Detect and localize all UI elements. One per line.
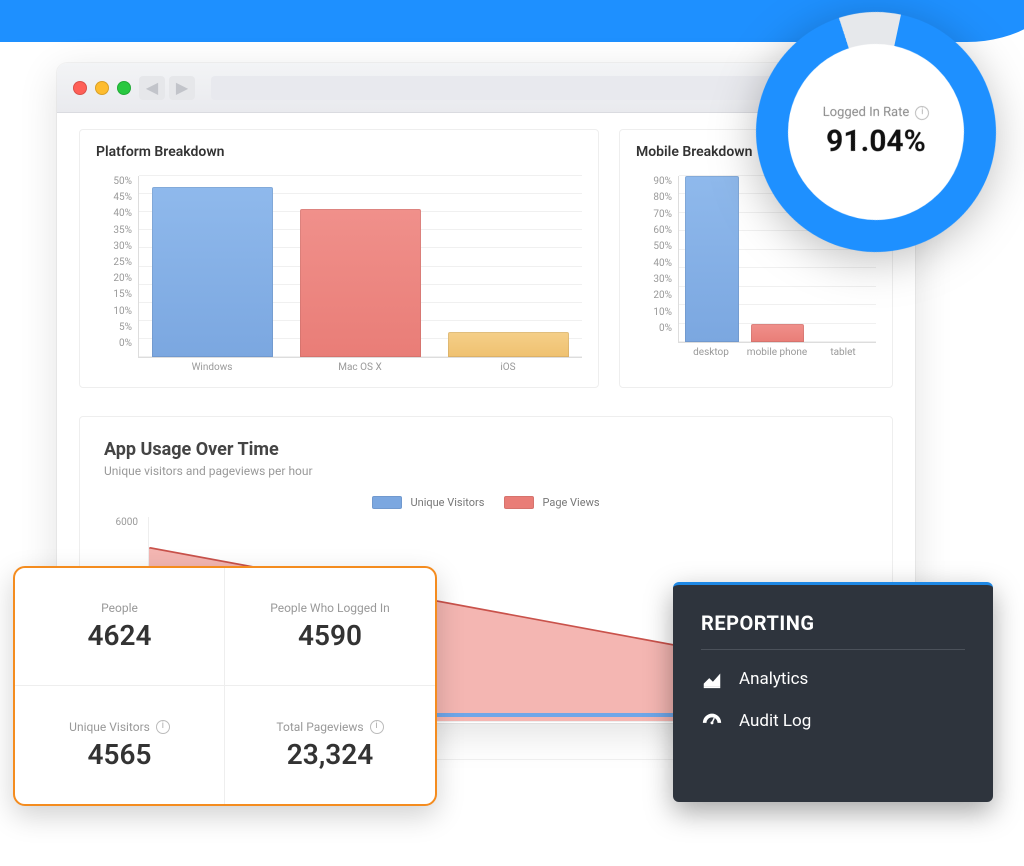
stat-value: 23,324 — [287, 738, 374, 771]
stat-label: People Who Logged In — [270, 601, 390, 615]
info-icon[interactable]: i — [370, 720, 384, 734]
stat-unique-visitors: Unique Visitorsi 4565 — [15, 686, 225, 804]
legend-page-views: Page Views — [504, 496, 599, 509]
bar-slot — [679, 176, 745, 342]
bar-slot — [287, 176, 435, 357]
window-traffic-lights — [73, 81, 131, 95]
maximize-icon[interactable] — [117, 81, 131, 95]
stats-summary-card: People 4624 People Who Logged In 4590 Un… — [13, 566, 437, 806]
menu-label: Audit Log — [739, 711, 811, 731]
minimize-icon[interactable] — [95, 81, 109, 95]
login-rate-label: Logged In Rate i — [823, 105, 930, 120]
menu-audit-log[interactable]: Audit Log — [701, 710, 965, 732]
usage-legend: Unique Visitors Page Views — [104, 496, 868, 509]
bar — [300, 209, 421, 357]
legend-label-a: Unique Visitors — [410, 496, 484, 509]
swatch-blue — [372, 496, 402, 509]
xtick: mobile phone — [744, 343, 810, 358]
reporting-panel: REPORTING Analytics Audit Log — [673, 582, 993, 802]
stat-people: People 4624 — [15, 568, 225, 686]
info-icon[interactable]: i — [915, 106, 929, 120]
menu-label: Analytics — [739, 669, 808, 689]
stat-total-pageviews: Total Pageviewsi 23,324 — [225, 686, 435, 804]
xtick: tablet — [810, 343, 876, 358]
bar-slot — [139, 176, 287, 357]
legend-label-b: Page Views — [542, 496, 599, 509]
xtick: Mac OS X — [286, 358, 434, 373]
stat-people-logged-in: People Who Logged In 4590 — [225, 568, 435, 686]
usage-title: App Usage Over Time — [104, 439, 868, 460]
stat-value: 4624 — [88, 619, 152, 652]
legend-unique-visitors: Unique Visitors — [372, 496, 484, 509]
stat-label: People — [101, 601, 138, 615]
swatch-red — [504, 496, 534, 509]
gauge-icon — [701, 710, 723, 732]
bar — [751, 324, 805, 342]
xtick: iOS — [434, 358, 582, 373]
usage-subtitle: Unique visitors and pageviews per hour — [104, 464, 868, 478]
platform-title: Platform Breakdown — [96, 144, 582, 160]
stat-value: 4590 — [298, 619, 362, 652]
close-icon[interactable] — [73, 81, 87, 95]
xtick: Windows — [138, 358, 286, 373]
stat-label: Unique Visitorsi — [69, 720, 170, 734]
nav-back-button[interactable]: ◀ — [139, 76, 165, 100]
platform-breakdown-card: Platform Breakdown 50%45%40%35%30%25%20%… — [79, 129, 599, 388]
area-chart-icon — [701, 668, 723, 690]
xtick: desktop — [678, 343, 744, 358]
stat-label: Total Pageviewsi — [276, 720, 383, 734]
login-rate-value: 91.04% — [826, 124, 926, 159]
reporting-title: REPORTING — [701, 611, 965, 650]
nav-forward-button[interactable]: ▶ — [169, 76, 195, 100]
bar — [152, 187, 273, 357]
menu-analytics[interactable]: Analytics — [701, 668, 965, 690]
bar-slot — [434, 176, 582, 357]
info-icon[interactable]: i — [156, 720, 170, 734]
bar — [448, 332, 569, 357]
bar — [685, 176, 739, 342]
stat-value: 4565 — [88, 738, 152, 771]
usage-ytick: 6000 — [104, 517, 144, 528]
